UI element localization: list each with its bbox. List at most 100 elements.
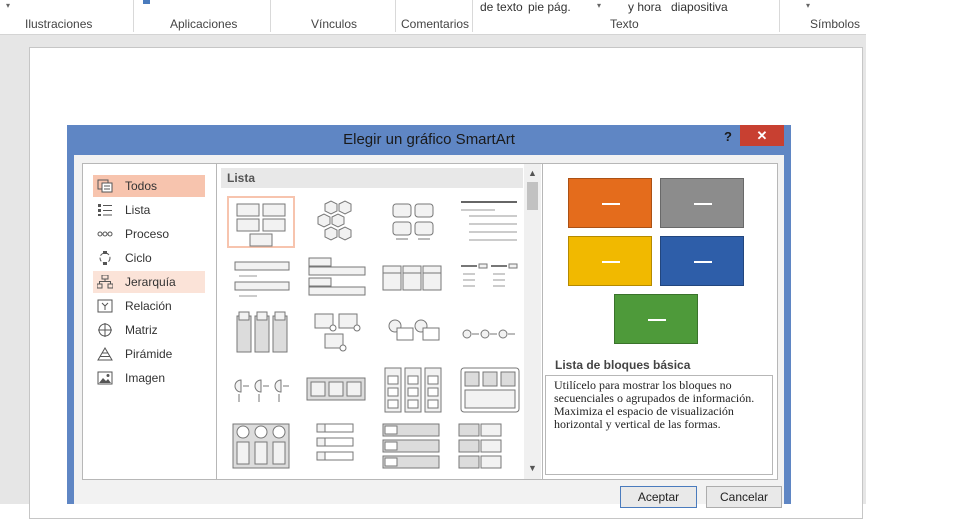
category-proceso[interactable]: Proceso [93,223,205,245]
stacked-bars-icon [234,261,290,297]
matrix-icon [98,323,112,337]
category-list: Todos Lista Proceso Ciclo Jerarquía Rela… [82,163,218,480]
app-icon[interactable] [143,0,150,4]
category-piramide[interactable]: Pirámide [93,343,205,365]
preview-panel: Lista de bloques básica Utilícelo para m… [542,163,778,480]
close-button[interactable]: ✕ [740,125,784,146]
text-box-button[interactable]: de texto [480,0,523,14]
box-list-icon [316,423,354,461]
preview-block [660,236,744,286]
preview-block [568,236,652,286]
layout-thumbnail[interactable] [455,420,523,472]
circle-label-list-icon [388,319,440,341]
category-matriz[interactable]: Matriz [93,319,205,341]
preview-block-text [694,261,712,263]
group-separator [779,0,780,32]
circle-process-icon [462,329,515,339]
layout-thumbnail[interactable] [227,420,295,472]
layout-thumbnail[interactable] [227,252,295,304]
layout-thumbnail[interactable] [227,308,295,360]
category-label: Proceso [125,227,170,241]
layout-thumbnail[interactable] [303,420,371,472]
all-icon [97,179,113,193]
lined-list-icon [461,201,517,241]
list-icon [98,204,112,216]
circle-accent-blocks-icon [314,313,361,352]
category-label: Todos [125,179,158,193]
cancel-button[interactable]: Cancelar [706,486,782,508]
bulleted-rows-icon [382,423,440,469]
gallery-scrollbar[interactable]: ▲ ▼ [524,164,541,479]
circle-columns-icon [232,423,290,469]
preview-block [568,178,652,228]
header-footer-button[interactable]: pie pág. [528,0,571,14]
category-jerarquia[interactable]: Jerarquía [93,271,205,293]
layout-thumbnail[interactable] [303,252,371,304]
group-comentarios: Comentarios [401,17,470,31]
category-label: Lista [125,203,151,217]
layout-thumbnail[interactable] [455,252,523,304]
dropdown-caret-icon[interactable]: ▾ [597,1,601,10]
accept-button[interactable]: Aceptar [620,486,697,508]
tab-list-icon [308,257,366,296]
layout-thumbnail[interactable] [379,196,447,248]
preview-block-text [694,203,712,205]
preview-block-text [648,319,666,321]
dialog-title: Elegir un gráfico SmartArt [343,131,515,148]
category-label: Pirámide [125,347,173,361]
group-separator [133,0,134,32]
layout-thumbnail[interactable] [379,364,447,416]
layout-thumbnail[interactable] [303,364,371,416]
table-list-icon [382,265,442,291]
layout-thumbnail[interactable] [455,364,523,416]
category-label: Relación [125,299,172,313]
group-ilustraciones: Ilustraciones [25,17,93,31]
cycle-icon [99,251,111,265]
framed-blocks-icon [460,367,520,413]
grouped-columns-icon [384,367,442,413]
dropdown-caret-icon[interactable]: ▾ [806,1,810,10]
scroll-down-icon[interactable]: ▼ [528,463,537,473]
preview-block [660,178,744,228]
date-time-button[interactable]: y hora [628,0,661,14]
scrollbar-thumb[interactable] [527,182,538,210]
category-label: Imagen [125,371,166,385]
layout-thumbnail[interactable] [379,308,447,360]
layout-thumbnail[interactable] [455,196,523,248]
help-button[interactable]: ? [718,126,738,148]
category-lista[interactable]: Lista [93,199,205,221]
layout-thumbnail[interactable] [303,196,371,248]
group-separator [472,0,473,32]
preview-description: Utilícelo para mostrar los bloques no se… [545,375,773,475]
layout-thumbnail[interactable] [379,420,447,472]
half-circle-list-icon [234,379,289,402]
ribbon: ▾ Ilustraciones Aplicaciones Vínculos Co… [0,0,866,35]
preview-block-text [602,261,620,263]
layout-thumbnail[interactable] [379,252,447,304]
window-margin [866,0,960,504]
slide-number-button[interactable]: diapositiva [671,0,728,14]
basic-block-list-icon [236,203,286,247]
preview-block-text [602,203,620,205]
split-blocks-icon [458,423,502,469]
layout-thumbnail[interactable] [303,308,371,360]
category-todos[interactable]: Todos [93,175,205,197]
layout-thumbnail[interactable] [227,364,295,416]
category-label: Ciclo [125,251,152,265]
category-imagen[interactable]: Imagen [93,367,205,389]
relationship-icon [97,299,113,313]
dropdown-caret-icon[interactable]: ▾ [6,1,10,10]
category-relacion[interactable]: Relación [93,295,205,317]
hierarchy-icon [97,275,113,289]
category-label: Jerarquía [125,275,176,289]
category-ciclo[interactable]: Ciclo [93,247,205,269]
picture-icon [97,371,113,385]
smartart-dialog: Elegir un gráfico SmartArt ? ✕ Todos Lis… [67,125,791,508]
layout-thumbnail[interactable] [455,308,523,360]
group-separator [395,0,396,32]
group-aplicaciones: Aplicaciones [170,17,238,31]
scroll-up-icon[interactable]: ▲ [528,168,537,178]
layout-thumbnail[interactable] [227,196,295,248]
gallery-section-header: Lista [221,168,523,188]
preview-block [614,294,698,344]
